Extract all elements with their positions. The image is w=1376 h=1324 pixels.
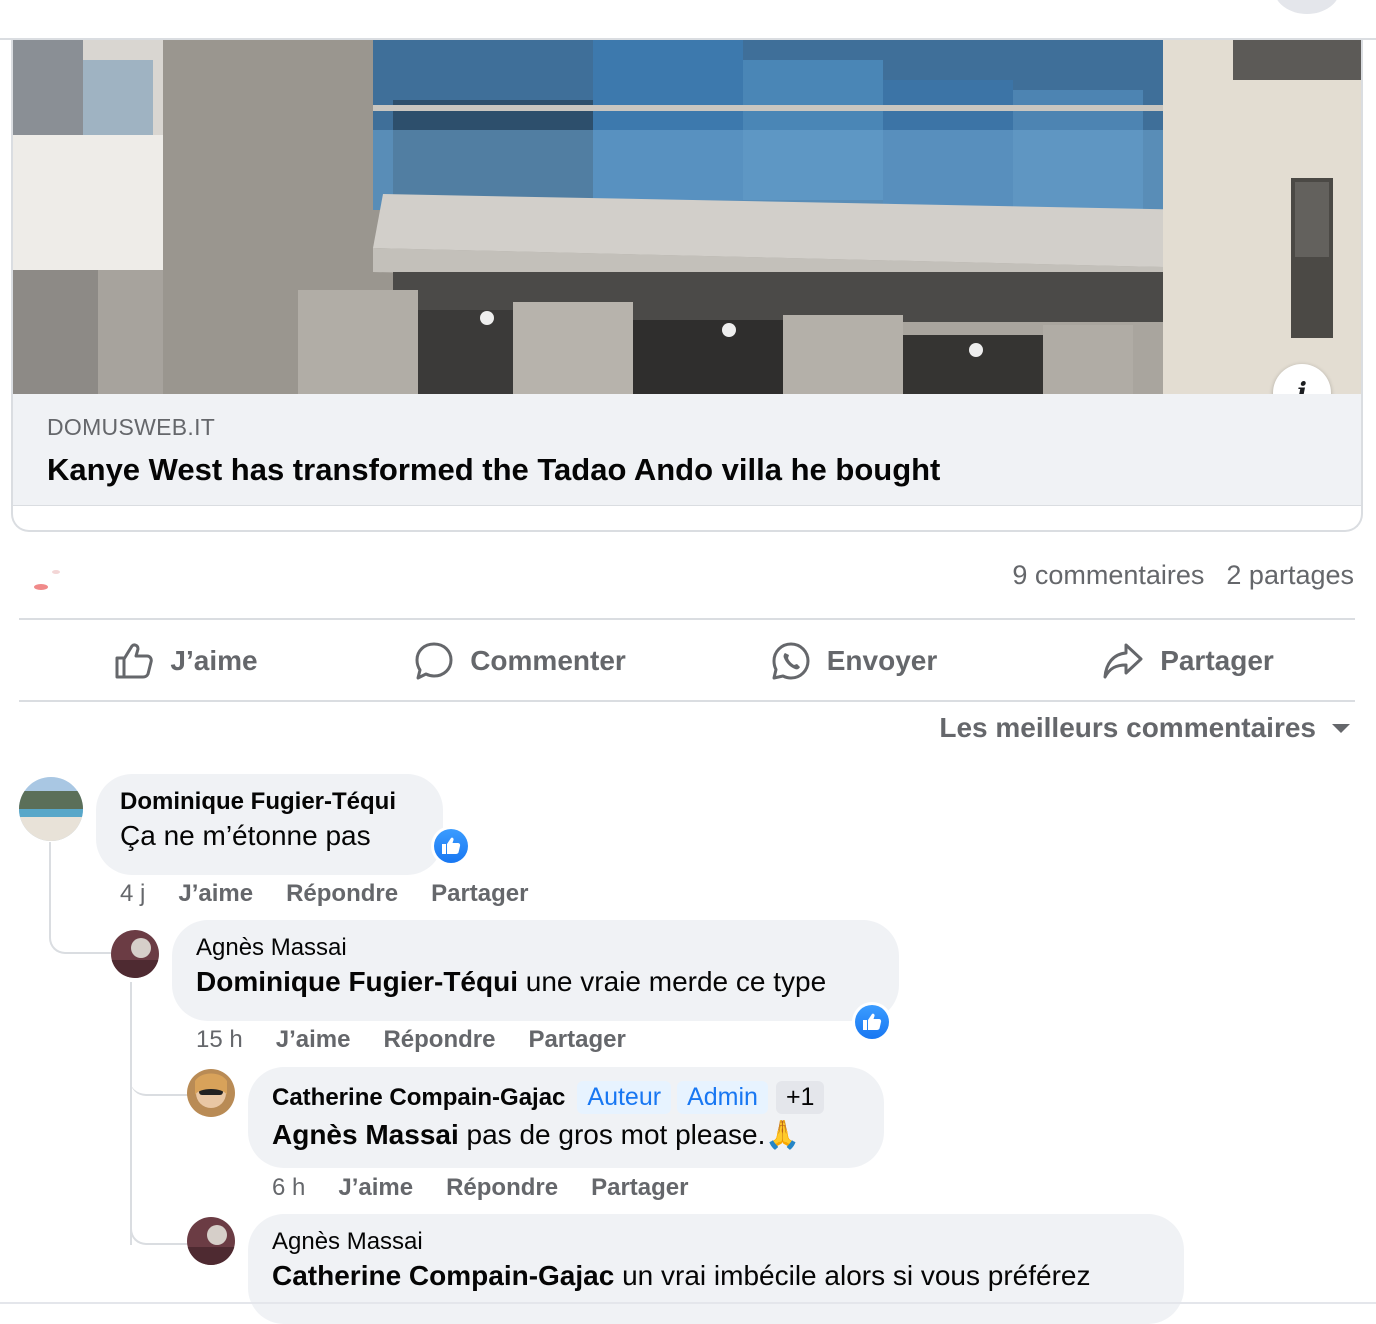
link-meta[interactable]: DOMUSWEB.IT Kanye West has transformed t… <box>13 394 1361 506</box>
comment-text: Dominique Fugier-Téqui une vraie merde c… <box>196 966 875 998</box>
thumbs-up-icon <box>115 643 154 679</box>
caret-down-icon <box>1332 723 1350 733</box>
whatsapp-icon <box>772 642 810 680</box>
action-bar: J’aime Commenter Envoyer Partager <box>19 621 1355 701</box>
comment-time[interactable]: 6 h <box>272 1174 305 1202</box>
comment-time[interactable]: 4 j <box>120 880 145 908</box>
comment-share-link[interactable]: Partager <box>528 1026 625 1054</box>
like-reaction-badge[interactable] <box>852 1002 892 1042</box>
comment-author[interactable]: Dominique Fugier-Téqui <box>120 788 419 816</box>
stats-counts: 9 commentaires 2 partages <box>1012 560 1354 591</box>
send-button[interactable]: Envoyer <box>687 621 1021 701</box>
comment-button[interactable]: Commenter <box>353 621 687 701</box>
comment-bubble: Agnès Massai Dominique Fugier-Téqui une … <box>172 920 899 1021</box>
comment-like-link[interactable]: J’aime <box>178 880 253 908</box>
comment-share-link[interactable]: Partager <box>591 1174 688 1202</box>
send-label: Envoyer <box>826 645 938 676</box>
mention[interactable]: Agnès Massai <box>272 1119 459 1150</box>
thread-line <box>130 982 132 1245</box>
comment-meta: 4 j J’aime Répondre Partager <box>120 880 561 908</box>
comment-sort-dropdown[interactable]: Les meilleurs commentaires <box>939 712 1350 744</box>
share-label: Partager <box>1160 645 1274 676</box>
share-count[interactable]: 2 partages <box>1226 560 1354 590</box>
top-bar <box>0 0 1376 40</box>
like-reaction-badge[interactable] <box>431 826 471 866</box>
comment-text: Ça ne m’étonne pas <box>120 820 371 851</box>
comment-body: un vrai imbécile alors si vous préférez <box>614 1260 1091 1291</box>
thread-connector <box>130 1060 188 1096</box>
avatar[interactable] <box>187 1217 235 1265</box>
comment-like-link[interactable]: J’aime <box>276 1026 351 1054</box>
link-preview-card[interactable]: i DOMUSWEB.IT Kanye West has transformed… <box>11 40 1363 532</box>
link-preview-image[interactable] <box>13 40 1361 394</box>
like-button[interactable]: J’aime <box>19 621 353 701</box>
comment-label: Commenter <box>470 645 626 676</box>
comment-like-link[interactable]: J’aime <box>338 1174 413 1202</box>
admin-badge: Admin <box>677 1081 768 1114</box>
comment-author[interactable]: Agnès Massai <box>272 1228 1160 1256</box>
comment-time[interactable]: 15 h <box>196 1026 243 1054</box>
comment-reply-link[interactable]: Répondre <box>286 880 398 908</box>
link-domain: DOMUSWEB.IT <box>47 414 216 440</box>
thumbs-up-icon <box>442 837 461 854</box>
like-label: J’aime <box>170 645 258 676</box>
comment-reply-link[interactable]: Répondre <box>383 1026 495 1054</box>
divider-top <box>19 618 1355 620</box>
comment-author-row: Catherine Compain-Gajac Auteur Admin +1 <box>272 1081 860 1114</box>
comment-meta: 6 h J’aime Répondre Partager <box>272 1174 722 1202</box>
comment-meta: 15 h J’aime Répondre Partager <box>196 1026 659 1054</box>
comment-text: Agnès Massai pas de gros mot please.🙏 <box>272 1118 860 1151</box>
bottom-bar-edge <box>0 1302 1376 1304</box>
comment-bubble: Catherine Compain-Gajac Auteur Admin +1 … <box>248 1067 884 1168</box>
profile-button[interactable] <box>1274 0 1340 14</box>
avatar[interactable] <box>111 930 159 978</box>
thumbs-up-icon <box>863 1013 882 1030</box>
comment-author[interactable]: Agnès Massai <box>196 934 875 962</box>
comment-body: une vraie merde ce type <box>518 966 827 997</box>
comment-share-link[interactable]: Partager <box>431 880 528 908</box>
divider-bottom <box>19 700 1355 702</box>
share-button[interactable]: Partager <box>1021 621 1355 701</box>
comment-body: pas de gros mot please.🙏 <box>458 1119 801 1150</box>
comment-bubble: Agnès Massai Catherine Compain-Gajac un … <box>248 1214 1184 1324</box>
mention[interactable]: Dominique Fugier-Téqui <box>196 966 518 997</box>
thread-connector <box>130 1215 188 1245</box>
share-arrow-icon <box>1103 643 1143 679</box>
comment-reply-link[interactable]: Répondre <box>446 1174 558 1202</box>
more-badges[interactable]: +1 <box>775 1081 825 1114</box>
avatar[interactable] <box>19 777 83 841</box>
mention[interactable]: Catherine Compain-Gajac <box>272 1260 614 1291</box>
reactions-summary[interactable] <box>34 570 74 596</box>
link-title[interactable]: Kanye West has transformed the Tadao And… <box>47 452 940 488</box>
avatar[interactable] <box>187 1069 235 1117</box>
author-badge: Auteur <box>577 1081 672 1114</box>
comment-author[interactable]: Catherine Compain-Gajac <box>272 1084 565 1112</box>
comment-text: Catherine Compain-Gajac un vrai imbécile… <box>272 1260 1160 1292</box>
comment-bubble-icon <box>415 642 453 680</box>
comment-bubble: Dominique Fugier-Téqui Ça ne m’étonne pa… <box>96 774 443 875</box>
sort-label: Les meilleurs commentaires <box>939 712 1316 743</box>
comment-count[interactable]: 9 commentaires <box>1012 560 1204 590</box>
post-stats: 9 commentaires 2 partages <box>20 556 1354 600</box>
